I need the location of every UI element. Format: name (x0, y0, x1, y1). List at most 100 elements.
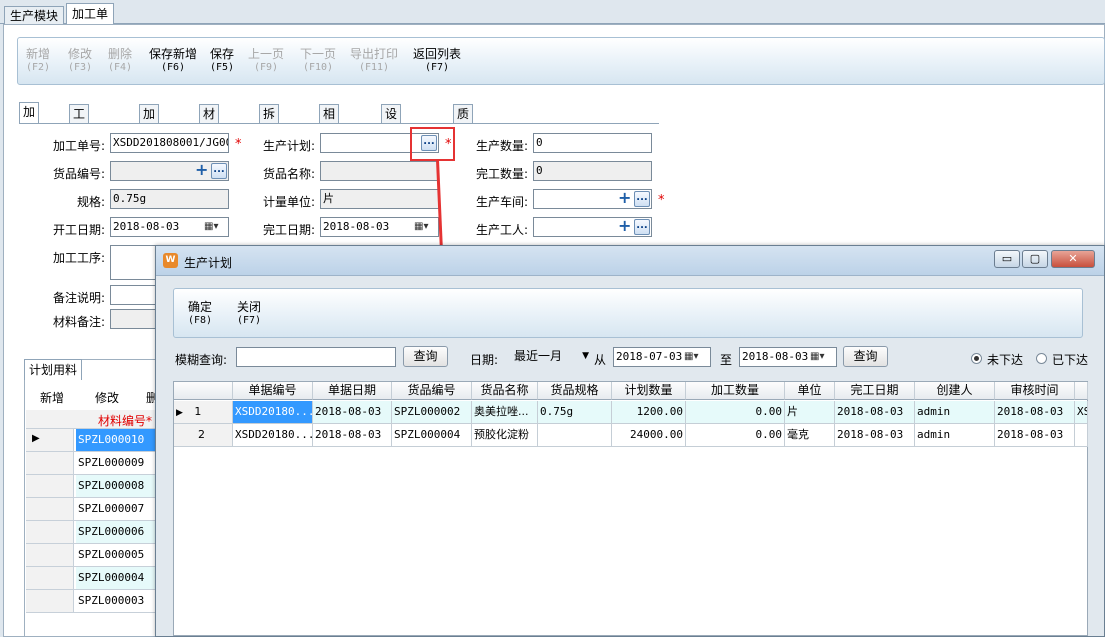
add-icon[interactable]: + (195, 162, 208, 178)
radio-issued[interactable] (1036, 353, 1047, 364)
tab-production-module[interactable]: 生产模块 (4, 6, 65, 25)
subtab-qc-report[interactable]: 质检报告 (453, 104, 474, 175)
col-header[interactable]: 单据日期 (313, 382, 392, 400)
material-edit-button[interactable]: 修改 (95, 389, 119, 406)
dialog-title-bar[interactable]: W 生产计划 ▭ ▢ ✕ (156, 246, 1104, 276)
table-row[interactable]: SPZL000009 (26, 452, 156, 475)
radio-not-issued[interactable] (971, 353, 982, 364)
cell-audit-time[interactable]: 2018-08-03 (995, 424, 1075, 447)
cell-plan-qty[interactable]: 1200.00 (612, 401, 686, 424)
prev-page-button[interactable]: 上一页 (F9) (248, 48, 284, 74)
subtab-attachments[interactable]: 相关附件 (319, 104, 340, 175)
cell-unit[interactable]: 片 (785, 401, 835, 424)
new-button[interactable]: 新增 (F2) (26, 48, 50, 74)
maximize-icon[interactable]: ▢ (1022, 250, 1048, 268)
cell-extra[interactable] (1075, 424, 1088, 447)
cell-doc-no[interactable]: XSDD20180... (233, 424, 313, 447)
subtab-process[interactable]: 加工工序 (139, 104, 160, 175)
delete-button[interactable]: 删除 (F4) (108, 48, 132, 74)
col-header[interactable]: 审核时间 (995, 382, 1075, 400)
table-row[interactable]: ▶ SPZL000010 (26, 429, 156, 452)
date-range-select[interactable]: 最近一月 ▼ (511, 347, 591, 367)
cell-unit[interactable]: 毫克 (785, 424, 835, 447)
cell-done-date[interactable]: 2018-08-03 (835, 401, 915, 424)
cell-plan-qty[interactable]: 24000.00 (612, 424, 686, 447)
col-header[interactable]: 单位 (785, 382, 835, 400)
col-header[interactable]: 加工数量 (686, 382, 785, 400)
material-add-button[interactable]: 新增 (40, 389, 64, 406)
col-header[interactable]: 完工日期 (835, 382, 915, 400)
search-button[interactable]: 查询 (403, 346, 448, 367)
goods-lookup-button[interactable]: ... (211, 163, 227, 179)
col-header[interactable]: 货品规格 (538, 382, 612, 400)
calendar-icon[interactable]: ▦▾ (204, 221, 226, 232)
cell-goods-name[interactable]: 奥美拉唑... (472, 401, 538, 424)
order-no-field[interactable]: XSDD201808001/JG001 (110, 133, 229, 153)
table-row[interactable]: SPZL000006 (26, 521, 156, 544)
cell-extra[interactable]: XS (1075, 401, 1088, 424)
cell-doc-date[interactable]: 2018-08-03 (313, 424, 392, 447)
save-button[interactable]: 保存 (F5) (210, 48, 234, 74)
cell-goods-no[interactable]: SPZL000002 (392, 401, 472, 424)
search-button-2[interactable]: 查询 (843, 346, 888, 367)
material-code-cell[interactable]: SPZL000007 (76, 498, 156, 520)
search-input[interactable] (236, 347, 396, 367)
cell-doc-date[interactable]: 2018-08-03 (313, 401, 392, 424)
material-code-cell[interactable]: SPZL000005 (76, 544, 156, 566)
cell-goods-no[interactable]: SPZL000004 (392, 424, 472, 447)
material-code-cell[interactable]: SPZL000006 (76, 521, 156, 543)
col-header[interactable]: 货品名称 (472, 382, 538, 400)
back-to-list-button[interactable]: 返回列表 (F7) (413, 48, 461, 74)
cell-creator[interactable]: admin (915, 401, 995, 424)
subtab-split-barcode[interactable]: 拆分条码 (259, 104, 280, 175)
export-print-button[interactable]: 导出打印 (F11) (350, 48, 398, 74)
close-button[interactable]: 关闭 (F7) (237, 301, 261, 327)
qty-field[interactable]: 0 (533, 133, 652, 153)
col-header[interactable]: 计划数量 (612, 382, 686, 400)
confirm-button[interactable]: 确定 (F8) (188, 301, 212, 327)
subtab-order[interactable]: 加工单 (19, 102, 40, 155)
calendar-icon[interactable]: ▦▾ (810, 351, 832, 362)
material-code-cell[interactable]: SPZL000009 (76, 452, 156, 474)
table-row[interactable]: SPZL000003 (26, 590, 156, 613)
worker-lookup-button[interactable]: ... (634, 219, 650, 235)
table-row[interactable]: SPZL000005 (26, 544, 156, 567)
material-code-cell[interactable]: SPZL000004 (76, 567, 156, 589)
save-new-button[interactable]: 保存新增 (F6) (149, 48, 197, 74)
table-row[interactable]: SPZL000004 (26, 567, 156, 590)
table-row[interactable]: SPZL000007 (26, 498, 156, 521)
col-header[interactable]: 货品编号 (392, 382, 472, 400)
cell-doc-no[interactable]: XSDD20180... (233, 401, 313, 424)
unit-field[interactable]: 片 (320, 189, 439, 209)
workshop-lookup-button[interactable]: ... (634, 191, 650, 207)
cell-done-date[interactable]: 2018-08-03 (835, 424, 915, 447)
minimize-icon[interactable]: ▭ (994, 250, 1020, 268)
done-qty-field[interactable]: 0 (533, 161, 652, 181)
cell-goods-spec[interactable] (538, 424, 612, 447)
cell-audit-time[interactable]: 2018-08-03 (995, 401, 1075, 424)
close-icon[interactable]: ✕ (1051, 250, 1095, 268)
goods-name-field[interactable] (320, 161, 439, 181)
subtab-design-files[interactable]: 设计图文件 (381, 104, 402, 193)
col-header[interactable]: 单据编号 (233, 382, 313, 400)
cell-creator[interactable]: admin (915, 424, 995, 447)
cell-goods-name[interactable]: 预胶化淀粉 (472, 424, 538, 447)
add-icon[interactable]: + (618, 218, 631, 234)
table-row[interactable]: SPZL000008 (26, 475, 156, 498)
material-code-cell[interactable]: SPZL000010 (76, 429, 156, 451)
next-page-button[interactable]: 下一页 (F10) (300, 48, 336, 74)
subtab-workbench[interactable]: 工作台详情 (69, 104, 90, 193)
cell-goods-spec[interactable]: 0.75g (538, 401, 612, 424)
add-icon[interactable]: + (618, 190, 631, 206)
tab-processing-order[interactable]: 加工单 (66, 3, 115, 25)
material-code-cell[interactable]: SPZL000008 (76, 475, 156, 497)
tab-planned-materials[interactable]: 计划用料 (24, 359, 83, 380)
col-header[interactable]: 创建人 (915, 382, 995, 400)
subtab-materials[interactable]: 材料清单 (199, 104, 220, 175)
calendar-icon[interactable]: ▦▾ (414, 221, 436, 232)
edit-button[interactable]: 修改 (F3) (68, 48, 92, 74)
cell-process-qty[interactable]: 0.00 (686, 424, 785, 447)
cell-process-qty[interactable]: 0.00 (686, 401, 785, 424)
material-code-cell[interactable]: SPZL000003 (76, 590, 156, 612)
spec-field[interactable]: 0.75g (110, 189, 229, 209)
